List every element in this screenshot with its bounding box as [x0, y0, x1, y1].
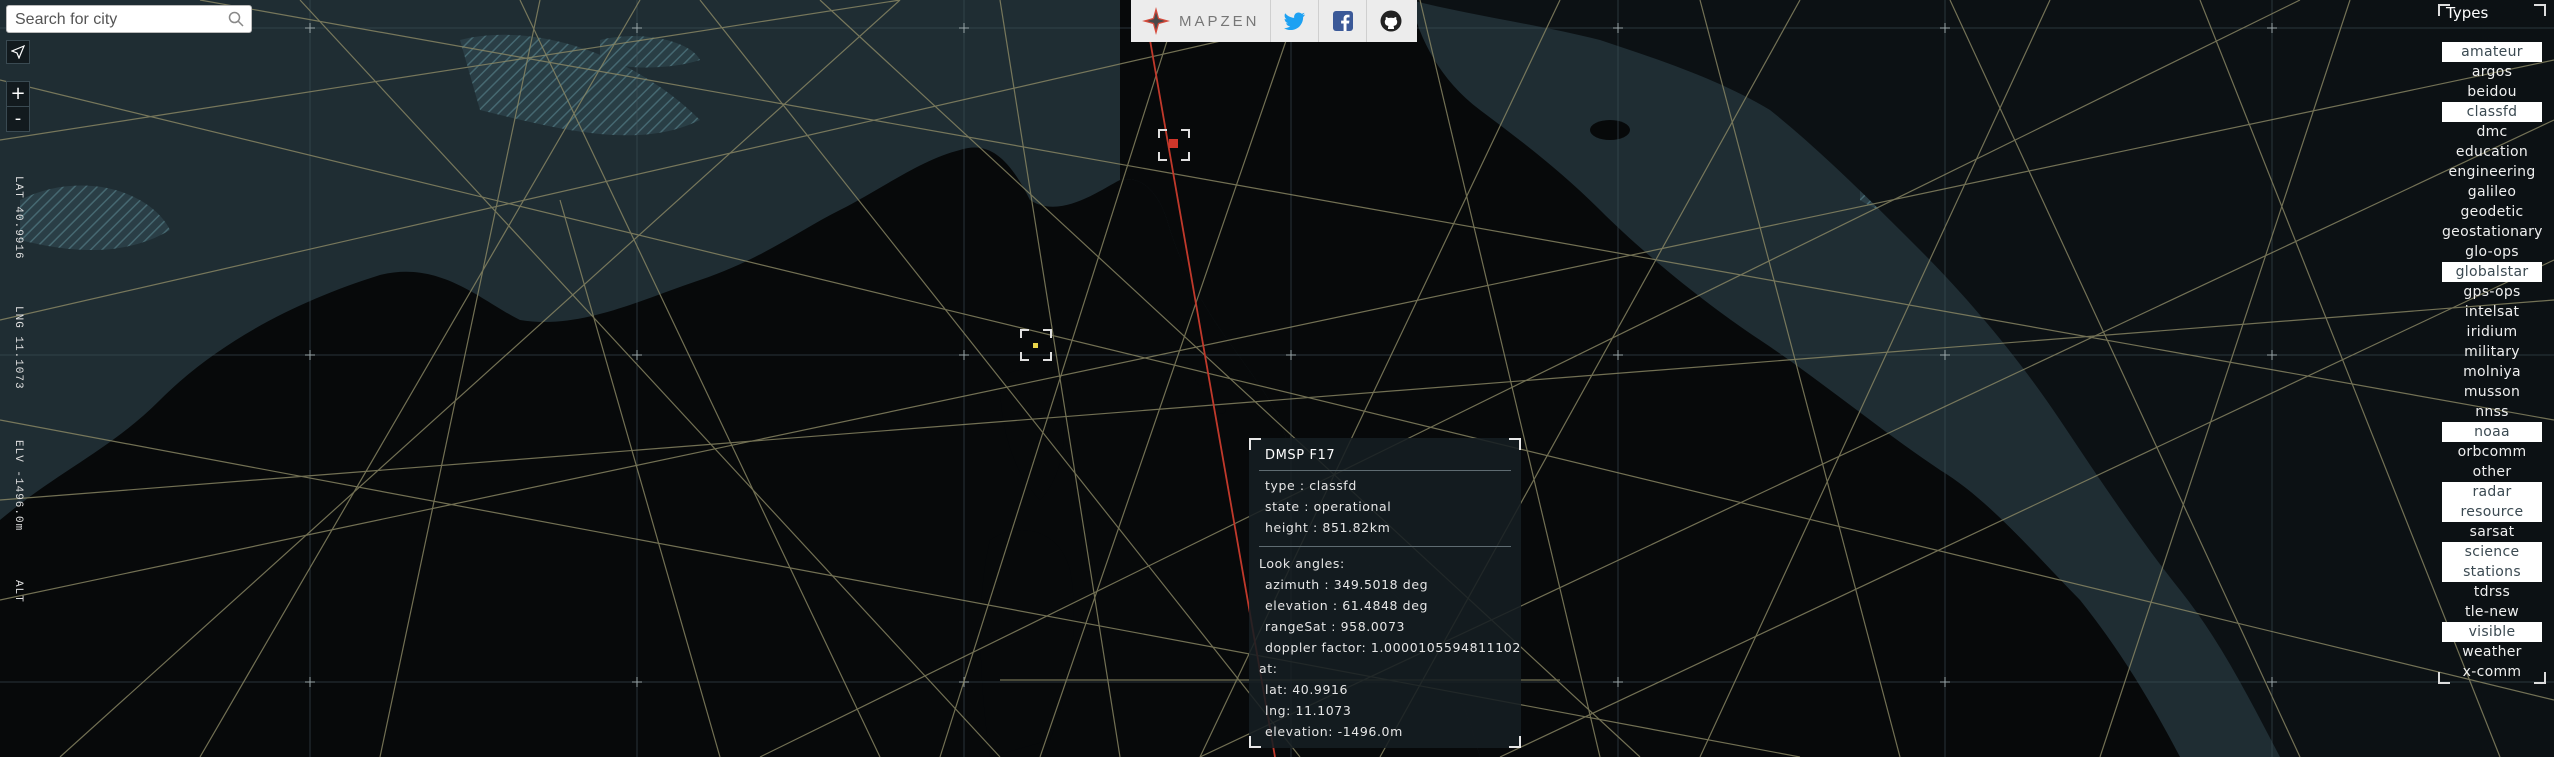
type-filter-item[interactable]: globalstar — [2442, 262, 2542, 282]
mapzen-logo[interactable]: MAPZEN — [1131, 0, 1271, 42]
type-filter-item[interactable]: dmc — [2442, 122, 2542, 142]
type-filter-item[interactable]: iridium — [2442, 322, 2542, 342]
at-lng: lng: 11.1073 — [1265, 703, 1352, 718]
divider — [1259, 470, 1511, 471]
altitude-readout: ALT — [12, 580, 24, 603]
at-elevation: elevation: -1496.0m — [1265, 724, 1403, 739]
twitter-icon — [1283, 12, 1305, 30]
type-filter-item[interactable]: engineering — [2442, 162, 2542, 182]
type-filter-item[interactable]: amateur — [2442, 42, 2542, 62]
city-search-input[interactable]: Search for city — [6, 5, 252, 33]
type-filter-item[interactable]: galileo — [2442, 182, 2542, 202]
github-link[interactable] — [1367, 0, 1415, 42]
type-filter-item[interactable]: weather — [2442, 642, 2542, 662]
doppler-factor: doppler factor: 1.0000105594811102 — [1265, 640, 1521, 655]
at-lat: lat: 40.9916 — [1265, 682, 1349, 697]
type-filter-item[interactable]: radar resource — [2442, 482, 2542, 522]
type-filter-item[interactable]: orbcomm — [2442, 442, 2542, 462]
locate-button[interactable] — [6, 40, 30, 64]
type-filter-item[interactable]: sarsat — [2442, 522, 2542, 542]
type-filter-item[interactable]: tle-new — [2442, 602, 2542, 622]
type-filter-item[interactable]: military — [2442, 342, 2542, 362]
lng-readout: LNG 11.1073 — [12, 306, 24, 390]
type-filter-item[interactable]: education — [2442, 142, 2542, 162]
facebook-link[interactable] — [1319, 0, 1367, 42]
type-filter-item[interactable]: intelsat — [2442, 302, 2542, 322]
type-filter-item[interactable]: beidou — [2442, 82, 2542, 102]
satellite-state: state : operational — [1265, 499, 1392, 514]
type-filter-item[interactable]: x-comm — [2442, 662, 2542, 682]
type-filter-item[interactable]: visible — [2442, 622, 2542, 642]
search-placeholder: Search for city — [15, 11, 118, 28]
search-icon[interactable] — [227, 10, 245, 28]
type-filter-item[interactable]: classfd — [2442, 102, 2542, 122]
header-bar: MAPZEN — [1131, 0, 1417, 42]
elevation-readout: ELV -1496.0m — [12, 440, 24, 532]
range-sat: rangeSat : 958.0073 — [1265, 619, 1406, 634]
satellite-info-panel: DMSP F17 type : classfd state : operatio… — [1249, 438, 1521, 748]
type-filter-item[interactable]: tdrss — [2442, 582, 2542, 602]
type-filter-item[interactable]: argos — [2442, 62, 2542, 82]
zoom-control: + - — [6, 81, 30, 132]
satellite-height: height : 851.82km — [1265, 520, 1391, 535]
type-filter-item[interactable]: noaa — [2442, 422, 2542, 442]
zoom-out-button[interactable]: - — [7, 106, 29, 131]
facebook-icon — [1332, 11, 1353, 31]
types-list: amateur argos beidou classfd dmc education eng… — [2442, 42, 2542, 682]
types-panel: Types amateur argos beidou classfd dmc educat… — [2438, 4, 2546, 684]
type-filter-item[interactable]: science stations — [2442, 542, 2542, 582]
zoom-in-button[interactable]: + — [7, 82, 29, 106]
type-filter-item[interactable]: other — [2442, 462, 2542, 482]
at-heading: at: — [1259, 661, 1278, 676]
look-angles-heading: Look angles: — [1259, 556, 1345, 571]
twitter-link[interactable] — [1271, 0, 1319, 42]
lat-readout: LAT 40.9916 — [12, 176, 24, 260]
type-filter-item[interactable]: musson — [2442, 382, 2542, 402]
location-arrow-icon — [11, 45, 25, 59]
type-filter-item[interactable]: geodetic — [2442, 202, 2542, 222]
azimuth: azimuth : 349.5018 deg — [1265, 577, 1429, 592]
satellite-name: DMSP F17 — [1265, 448, 1336, 463]
type-filter-item[interactable]: molniya — [2442, 362, 2542, 382]
type-filter-item[interactable]: glo-ops — [2442, 242, 2542, 262]
types-title: Types — [2446, 4, 2489, 22]
compass-rose-icon — [1142, 7, 1170, 35]
type-filter-item[interactable]: geostationary — [2442, 222, 2542, 242]
brand-name: MAPZEN — [1179, 12, 1260, 30]
type-filter-item[interactable]: nnss — [2442, 402, 2542, 422]
type-filter-item[interactable]: gps-ops — [2442, 282, 2542, 302]
elevation-angle: elevation : 61.4848 deg — [1265, 598, 1429, 613]
divider — [1259, 546, 1511, 547]
satellite-type: type : classfd — [1265, 478, 1357, 493]
github-icon — [1380, 10, 1402, 32]
